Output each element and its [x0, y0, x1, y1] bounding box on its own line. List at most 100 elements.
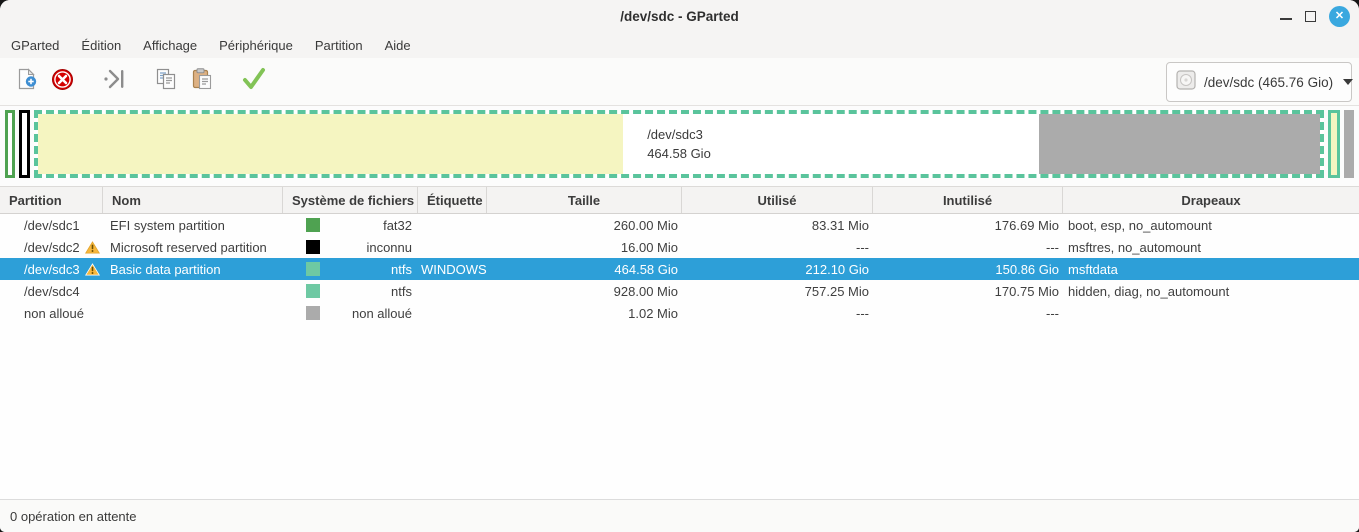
filesystem-color-swatch	[306, 218, 320, 232]
column-header-nom: Nom	[103, 187, 283, 213]
device-selector[interactable]: /dev/sdc (465.76 Gio)	[1166, 62, 1352, 102]
gparted-window: /dev/sdc - GParted ✕ GParted Édition Aff…	[0, 0, 1359, 532]
partition-path: /dev/sdc2	[24, 240, 80, 255]
partition-name: EFI system partition	[103, 218, 283, 233]
apply-operations-button[interactable]	[236, 63, 272, 101]
menu-affichage[interactable]: Affichage	[135, 34, 205, 57]
window-controls: ✕	[1280, 6, 1359, 27]
chevron-down-icon	[1343, 79, 1353, 85]
table-row-unallocated[interactable]: non alloué non alloué 1.02 Mio --- ---	[0, 302, 1359, 324]
size-value: 464.58 Gio	[487, 262, 682, 277]
arrow-to-bar-icon	[102, 67, 126, 96]
column-header-utilise: Utilisé	[682, 187, 873, 213]
flags-value: boot, esp, no_automount	[1063, 218, 1359, 233]
document-plus-icon	[15, 68, 38, 96]
column-header-inutilise: Inutilisé	[873, 187, 1063, 213]
unused-value: ---	[873, 240, 1063, 255]
menu-gparted[interactable]: GParted	[3, 34, 67, 57]
menubar: GParted Édition Affichage Périphérique P…	[0, 32, 1359, 58]
filesystem-type: fat32	[383, 218, 418, 233]
flags-value: msftdata	[1063, 262, 1359, 277]
selected-partition-size: 464.58 Gio	[647, 144, 711, 163]
partition-segment-sdc2[interactable]	[19, 110, 30, 178]
partition-segment-sdc4[interactable]	[1328, 110, 1340, 178]
close-button[interactable]: ✕	[1329, 6, 1350, 27]
warning-icon	[85, 263, 100, 276]
resize-move-button[interactable]	[96, 63, 132, 101]
unallocated-space-fill	[1039, 114, 1320, 174]
used-value: 212.10 Gio	[682, 262, 873, 277]
green-check-icon	[241, 67, 267, 96]
menu-edition[interactable]: Édition	[73, 34, 129, 57]
selected-partition-name: /dev/sdc3	[647, 125, 711, 144]
flags-value: hidden, diag, no_automount	[1063, 284, 1359, 299]
menu-peripherique[interactable]: Périphérique	[211, 34, 301, 57]
partition-bar: /dev/sdc3 464.58 Gio	[5, 110, 1354, 178]
filesystem-type: ntfs	[391, 284, 418, 299]
column-header-partition: Partition	[0, 187, 103, 213]
filesystem-color-swatch	[306, 306, 320, 320]
filesystem-type: non alloué	[352, 306, 418, 321]
table-row-sdc3-selected[interactable]: /dev/sdc3 Basic data partition ntfs WIND…	[0, 258, 1359, 280]
titlebar: /dev/sdc - GParted ✕	[0, 0, 1359, 32]
size-value: 16.00 Mio	[487, 240, 682, 255]
used-space-fill	[38, 114, 623, 174]
partition-name: Microsoft reserved partition	[103, 240, 283, 255]
unused-value: 176.69 Mio	[873, 218, 1063, 233]
used-value: ---	[682, 240, 873, 255]
pending-operations-text: 0 opération en attente	[10, 509, 137, 524]
filesystem-color-swatch	[306, 262, 320, 276]
partition-path: /dev/sdc4	[24, 284, 80, 299]
menu-partition[interactable]: Partition	[307, 34, 371, 57]
filesystem-type: inconnu	[366, 240, 418, 255]
partition-path: /dev/sdc1	[24, 218, 80, 233]
clipboard-icon	[190, 67, 214, 96]
device-selector-value: /dev/sdc (465.76 Gio)	[1204, 75, 1333, 90]
copy-pages-icon	[154, 67, 178, 96]
copy-partition-button[interactable]	[148, 63, 184, 101]
partition-name: Basic data partition	[103, 262, 283, 277]
menu-aide[interactable]: Aide	[377, 34, 419, 57]
partition-path: non alloué	[24, 306, 84, 321]
statusbar: 0 opération en attente	[0, 499, 1359, 532]
unallocated-segment[interactable]	[1344, 110, 1354, 178]
column-header-taille: Taille	[487, 187, 682, 213]
used-value: ---	[682, 306, 873, 321]
column-header-systeme-de-fichiers: Système de fichiers	[283, 187, 418, 213]
partition-table: /dev/sdc1 EFI system partition fat32 260…	[0, 214, 1359, 324]
partition-segment-sdc3-selected[interactable]: /dev/sdc3 464.58 Gio	[34, 110, 1324, 178]
paste-partition-button[interactable]	[184, 63, 220, 101]
disk-visual-area: /dev/sdc3 464.58 Gio	[0, 106, 1359, 186]
unused-value: 150.86 Gio	[873, 262, 1063, 277]
unused-value: 170.75 Mio	[873, 284, 1063, 299]
table-row-sdc1[interactable]: /dev/sdc1 EFI system partition fat32 260…	[0, 214, 1359, 236]
selected-partition-label: /dev/sdc3 464.58 Gio	[647, 125, 711, 163]
column-header-drapeaux: Drapeaux	[1063, 187, 1359, 213]
table-row-sdc2[interactable]: /dev/sdc2 Microsoft reserved partition i…	[0, 236, 1359, 258]
new-partition-button[interactable]	[8, 63, 44, 101]
partition-label: WINDOWS	[418, 262, 487, 277]
partition-path: /dev/sdc3	[24, 262, 80, 277]
table-row-sdc4[interactable]: /dev/sdc4 ntfs 928.00 Mio 757.25 Mio 170…	[0, 280, 1359, 302]
filesystem-color-swatch	[306, 240, 320, 254]
toolbar: /dev/sdc (465.76 Gio)	[0, 58, 1359, 106]
table-empty-area	[0, 324, 1359, 499]
used-value: 757.25 Mio	[682, 284, 873, 299]
filesystem-type: ntfs	[391, 262, 418, 277]
partition-segment-sdc1[interactable]	[5, 110, 15, 178]
delete-partition-button[interactable]	[44, 63, 80, 101]
unused-value: ---	[873, 306, 1063, 321]
size-value: 260.00 Mio	[487, 218, 682, 233]
flags-value: msftres, no_automount	[1063, 240, 1359, 255]
maximize-button[interactable]	[1305, 11, 1316, 22]
window-title: /dev/sdc - GParted	[0, 9, 1359, 24]
table-header: Partition Nom Système de fichiers Étique…	[0, 186, 1359, 214]
filesystem-color-swatch	[306, 284, 320, 298]
size-value: 1.02 Mio	[487, 306, 682, 321]
size-value: 928.00 Mio	[487, 284, 682, 299]
warning-icon	[85, 241, 100, 254]
used-value: 83.31 Mio	[682, 218, 873, 233]
minimize-button[interactable]	[1280, 18, 1292, 20]
column-header-etiquette: Étiquette	[418, 187, 487, 213]
disk-icon	[1176, 70, 1196, 95]
